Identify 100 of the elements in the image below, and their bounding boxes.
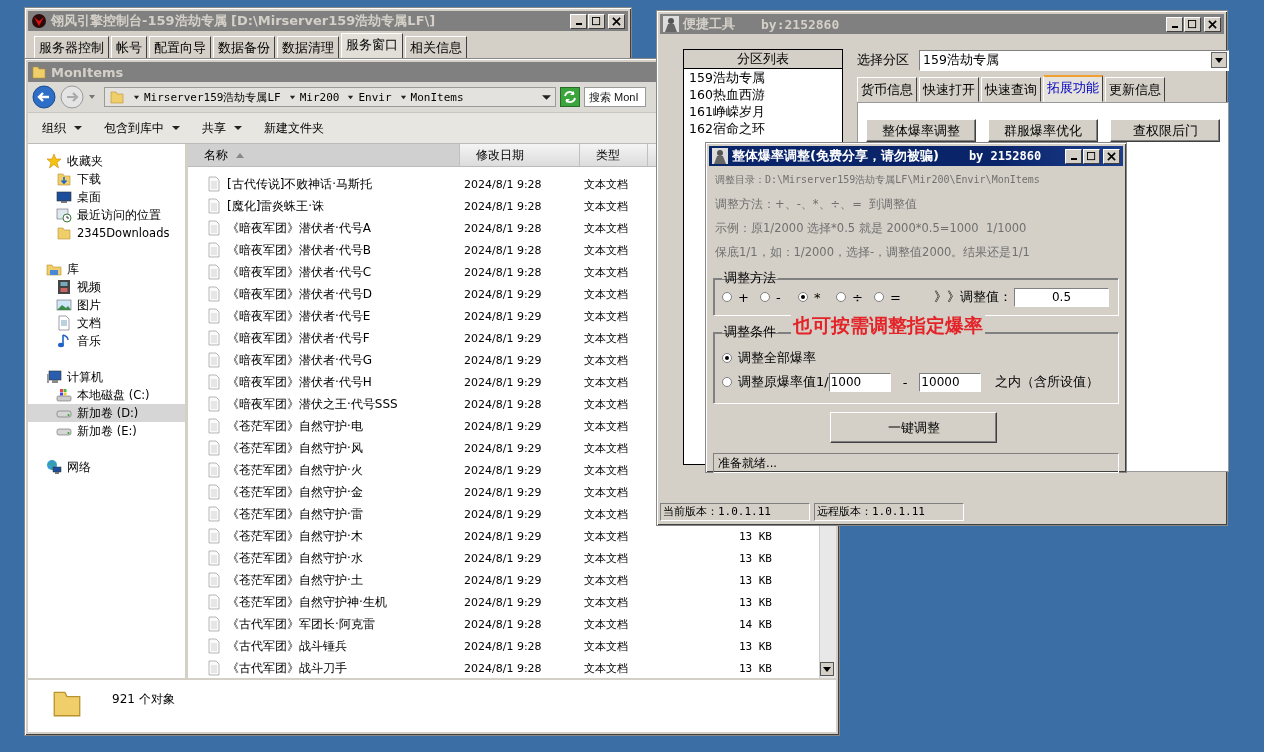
- tab[interactable]: 服务窗口: [341, 33, 403, 60]
- column-header[interactable]: 类型: [580, 144, 648, 166]
- tab[interactable]: 货币信息: [857, 77, 917, 102]
- list-item[interactable]: 160热血西游: [684, 86, 842, 103]
- search-field[interactable]: 搜索 MonI: [584, 87, 646, 107]
- file-item[interactable]: 《苍茫军团》自然守护神·生机: [188, 593, 460, 611]
- address-bar[interactable]: Mirserver159浩劫专属LF Mir200 Envir MonItems: [104, 87, 556, 107]
- action-button[interactable]: 群服爆率优化: [988, 119, 1098, 142]
- file-item[interactable]: 《苍茫军团》自然守护·金: [188, 483, 460, 501]
- breadcrumb-item[interactable]: MonItems: [410, 90, 464, 104]
- toolbar-button[interactable]: 包含到库中: [104, 119, 180, 137]
- list-item[interactable]: 159浩劫专属: [684, 69, 842, 86]
- tab[interactable]: 帐号: [111, 36, 147, 60]
- minimize-button[interactable]: [1065, 148, 1082, 164]
- file-item[interactable]: 《暗夜军团》潜伏者·代号G: [188, 351, 460, 369]
- caret-icon[interactable]: [542, 92, 551, 102]
- close-button[interactable]: [608, 13, 625, 29]
- file-item[interactable]: 《暗夜军团》潜伏者·代号C: [188, 263, 460, 281]
- nav-item[interactable]: 库: [28, 260, 185, 278]
- document-icon: [206, 242, 222, 258]
- file-item[interactable]: 《苍茫军团》自然守护·风: [188, 439, 460, 457]
- apply-button[interactable]: 一键调整: [830, 412, 997, 443]
- radio-button[interactable]: [760, 292, 770, 302]
- breadcrumb-item[interactable]: Envir: [358, 90, 392, 104]
- file-item[interactable]: 《苍茫军团》自然守护·水: [188, 549, 460, 567]
- file-item[interactable]: 《暗夜军团》潜伏者·代号F: [188, 329, 460, 347]
- nav-item[interactable]: 新加卷 (E:): [28, 422, 185, 440]
- caret-icon[interactable]: [347, 93, 355, 101]
- file-item[interactable]: 《暗夜军团》潜伏者·代号E: [188, 307, 460, 325]
- close-button[interactable]: [1204, 16, 1221, 32]
- file-item[interactable]: 《暗夜军团》潜伏者·代号B: [188, 241, 460, 259]
- column-header[interactable]: 修改日期: [460, 144, 580, 166]
- tab[interactable]: 数据备份: [213, 36, 275, 60]
- file-item[interactable]: 《古代军团》军团长·阿克雷: [188, 615, 460, 633]
- nav-item[interactable]: 本地磁盘 (C:): [28, 386, 185, 404]
- toolbar-button[interactable]: 组织: [42, 119, 82, 137]
- file-item[interactable]: 《苍茫军团》自然守护·火: [188, 461, 460, 479]
- nav-item[interactable]: 新加卷 (D:): [28, 404, 185, 422]
- radio-button[interactable]: [798, 292, 808, 302]
- file-item[interactable]: 《苍茫军团》自然守护·电: [188, 417, 460, 435]
- caret-icon[interactable]: [133, 93, 140, 101]
- radio-button[interactable]: [722, 353, 732, 363]
- nav-item[interactable]: 视频: [28, 278, 185, 296]
- nav-item[interactable]: 网络: [28, 458, 185, 476]
- back-button[interactable]: [32, 85, 56, 109]
- breadcrumb-item[interactable]: Mirserver159浩劫专属LF: [144, 89, 281, 105]
- range-from-field[interactable]: 1000: [828, 372, 891, 392]
- nav-item[interactable]: 图片: [28, 296, 185, 314]
- tab[interactable]: 数据清理: [277, 36, 339, 60]
- tab[interactable]: 快速查询: [981, 77, 1041, 102]
- file-item[interactable]: [魔化]雷炎蛛王·诛: [188, 197, 460, 215]
- nav-item[interactable]: 桌面: [28, 188, 185, 206]
- value-field[interactable]: 0.5: [1014, 287, 1109, 307]
- nav-item[interactable]: 最近访问的位置: [28, 206, 185, 224]
- list-item[interactable]: 161峥嵘岁月: [684, 103, 842, 120]
- breadcrumb-item[interactable]: Mir200: [299, 90, 340, 104]
- minimize-button[interactable]: [570, 13, 587, 29]
- maximize-button[interactable]: [1184, 16, 1201, 32]
- file-item[interactable]: 《苍茫军团》自然守护·木: [188, 527, 460, 545]
- file-item[interactable]: 《暗夜军团》潜伏者·代号H: [188, 373, 460, 391]
- nav-item[interactable]: 音乐: [28, 332, 185, 350]
- refresh-button[interactable]: [560, 87, 580, 107]
- close-button[interactable]: [1103, 148, 1120, 164]
- nav-item[interactable]: 2345Downloads: [28, 224, 185, 242]
- partition-dropdown[interactable]: 159浩劫专属: [919, 49, 1229, 71]
- file-item[interactable]: 《古代军团》战斗锤兵: [188, 637, 460, 655]
- file-item[interactable]: 《苍茫军团》自然守护·雷: [188, 505, 460, 523]
- range-to-field[interactable]: 10000: [919, 372, 982, 392]
- list-item[interactable]: 162宿命之环: [684, 120, 842, 137]
- file-item[interactable]: 《暗夜军团》潜伏者·代号D: [188, 285, 460, 303]
- tab[interactable]: 更新信息: [1105, 77, 1165, 102]
- tab[interactable]: 相关信息: [405, 36, 467, 60]
- minimize-button[interactable]: [1166, 16, 1183, 32]
- toolbar-button[interactable]: 共享: [202, 119, 242, 137]
- table-cell-text: 文本文档: [583, 418, 629, 434]
- nav-item[interactable]: 计算机: [28, 368, 185, 386]
- file-item[interactable]: 《苍茫军团》自然守护·土: [188, 571, 460, 589]
- caret-icon[interactable]: [399, 93, 407, 101]
- tab[interactable]: 服务器控制: [34, 36, 109, 60]
- nav-item[interactable]: 下载: [28, 170, 185, 188]
- nav-item[interactable]: 文档: [28, 314, 185, 332]
- maximize-button[interactable]: [588, 13, 605, 29]
- file-item[interactable]: 《古代军团》战斗刀手: [188, 659, 460, 677]
- file-item[interactable]: 《暗夜军团》潜伏之王·代号SSS: [188, 395, 460, 413]
- radio-button[interactable]: [874, 292, 884, 302]
- tab[interactable]: 配置向导: [149, 36, 211, 60]
- radio-button[interactable]: [836, 292, 846, 302]
- caret-icon[interactable]: [288, 93, 296, 101]
- tab[interactable]: 快速打开: [919, 77, 979, 102]
- radio-button[interactable]: [722, 292, 732, 302]
- action-button[interactable]: 查权限后门: [1110, 119, 1220, 142]
- action-button[interactable]: 整体爆率调整: [866, 119, 976, 142]
- column-header[interactable]: 名称: [188, 144, 460, 166]
- radio-button[interactable]: [722, 377, 732, 387]
- toolbar-button[interactable]: 新建文件夹: [264, 119, 324, 137]
- nav-item[interactable]: 收藏夹: [28, 152, 185, 170]
- maximize-button[interactable]: [1083, 148, 1100, 164]
- file-item[interactable]: [古代传说]不败神话·马斯托: [188, 175, 460, 193]
- tab[interactable]: 拓展功能: [1043, 75, 1103, 102]
- file-item[interactable]: 《暗夜军团》潜伏者·代号A: [188, 219, 460, 237]
